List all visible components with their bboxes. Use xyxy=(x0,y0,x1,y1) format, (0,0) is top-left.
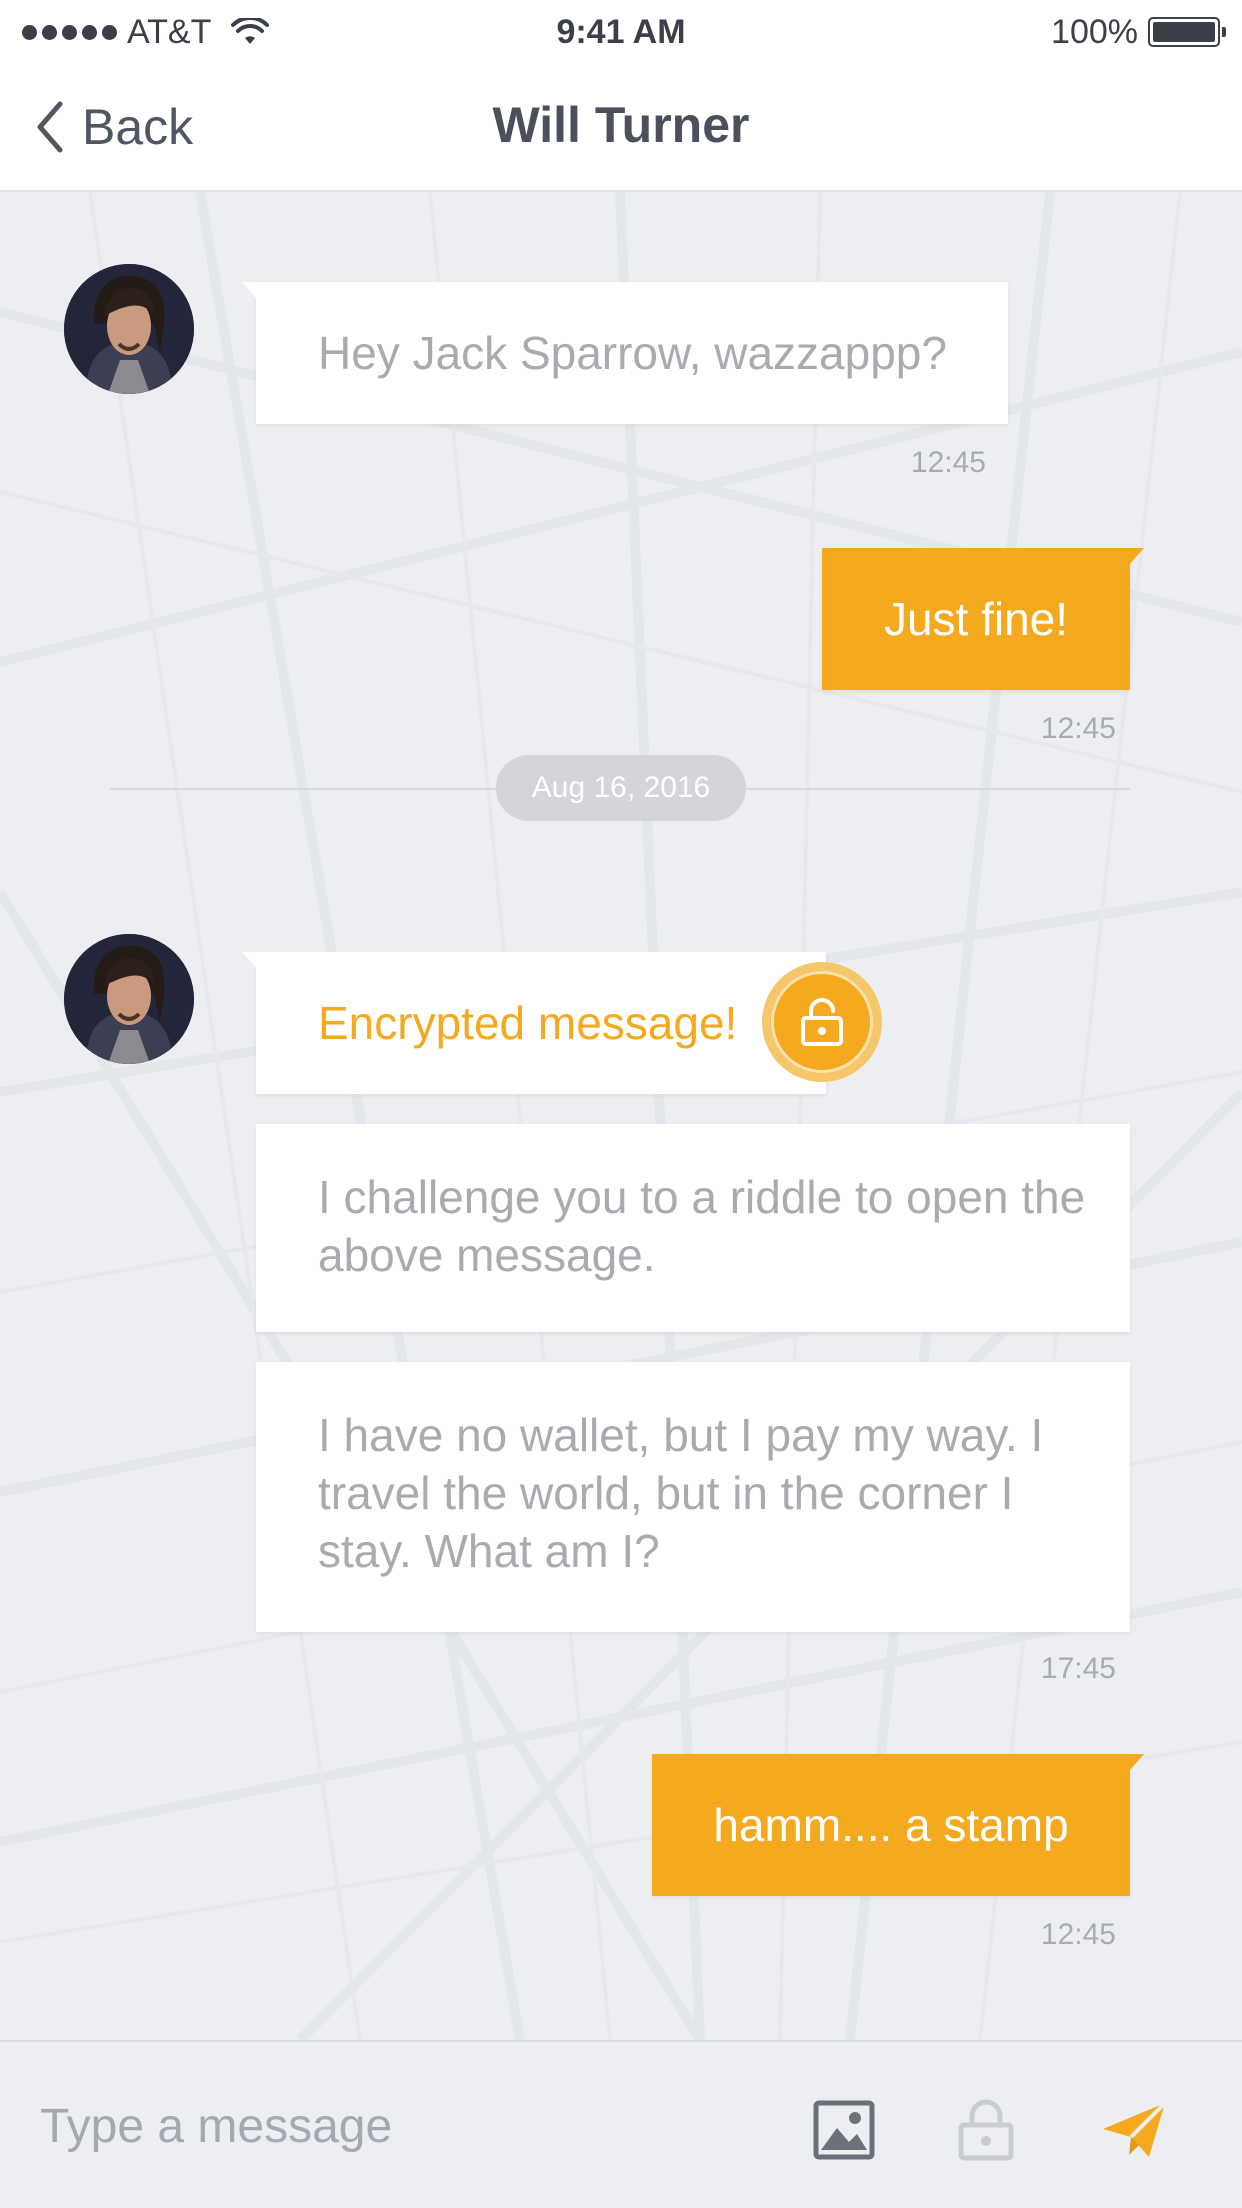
carrier-name: AT&T xyxy=(127,12,212,51)
status-bar: AT&T 9:41 AM 100% xyxy=(0,0,1242,64)
message-timestamp: 17:45 xyxy=(1040,1652,1116,1685)
message-bubble-incoming[interactable]: Hey Jack Sparrow, wazzappp? xyxy=(242,282,1008,424)
nav-bar: Back Will Turner xyxy=(0,64,1242,192)
wifi-icon xyxy=(231,18,270,44)
contact-avatar[interactable] xyxy=(64,934,194,1064)
message-text: Just fine! xyxy=(883,593,1069,645)
encrypt-toggle-button[interactable] xyxy=(946,2090,1026,2170)
status-left: AT&T xyxy=(22,12,270,52)
contact-avatar[interactable] xyxy=(64,264,194,394)
conversation-title: Will Turner xyxy=(492,97,750,153)
battery-icon xyxy=(1148,17,1226,47)
message-timestamp: 12:45 xyxy=(1040,712,1116,745)
message-text: Encrypted message! xyxy=(318,997,738,1049)
signal-strength-icon xyxy=(22,24,117,40)
date-separator: Aug 16, 2016 xyxy=(496,755,746,821)
status-right: 100% xyxy=(1051,12,1226,52)
message-timestamp: 12:45 xyxy=(910,446,986,479)
message-composer xyxy=(0,2040,1242,2208)
image-icon xyxy=(813,2100,875,2160)
message-input[interactable] xyxy=(40,2082,740,2170)
send-button[interactable] xyxy=(1094,2090,1174,2170)
chat-area[interactable]: Hey Jack Sparrow, wazzappp? 12:45 Just f… xyxy=(0,192,1242,2040)
message-bubble-incoming[interactable]: I challenge you to a riddle to open the … xyxy=(256,1124,1130,1332)
unlock-message-button[interactable] xyxy=(762,962,882,1082)
message-text: I challenge you to a riddle to open the … xyxy=(318,1171,1086,1281)
message-bubble-outgoing[interactable]: hamm.... a stamp xyxy=(652,1754,1144,1896)
message-timestamp: 12:45 xyxy=(1040,1918,1116,1951)
message-text: I have no wallet, but I pay my way. I tr… xyxy=(318,1409,1044,1577)
message-bubble-outgoing[interactable]: Just fine! xyxy=(822,548,1144,690)
battery-percent: 100% xyxy=(1051,12,1138,51)
lock-icon xyxy=(958,2099,1014,2161)
send-icon xyxy=(1103,2101,1167,2157)
encrypted-message-bubble[interactable]: Encrypted message! xyxy=(242,952,826,1094)
message-bubble-incoming[interactable]: I have no wallet, but I pay my way. I tr… xyxy=(256,1362,1130,1632)
lock-icon xyxy=(801,998,843,1046)
message-text: Hey Jack Sparrow, wazzappp? xyxy=(318,327,947,379)
attach-image-button[interactable] xyxy=(804,2090,884,2170)
avatar-image xyxy=(64,264,194,394)
avatar-image xyxy=(64,934,194,1064)
message-text: hamm.... a stamp xyxy=(713,1799,1069,1851)
